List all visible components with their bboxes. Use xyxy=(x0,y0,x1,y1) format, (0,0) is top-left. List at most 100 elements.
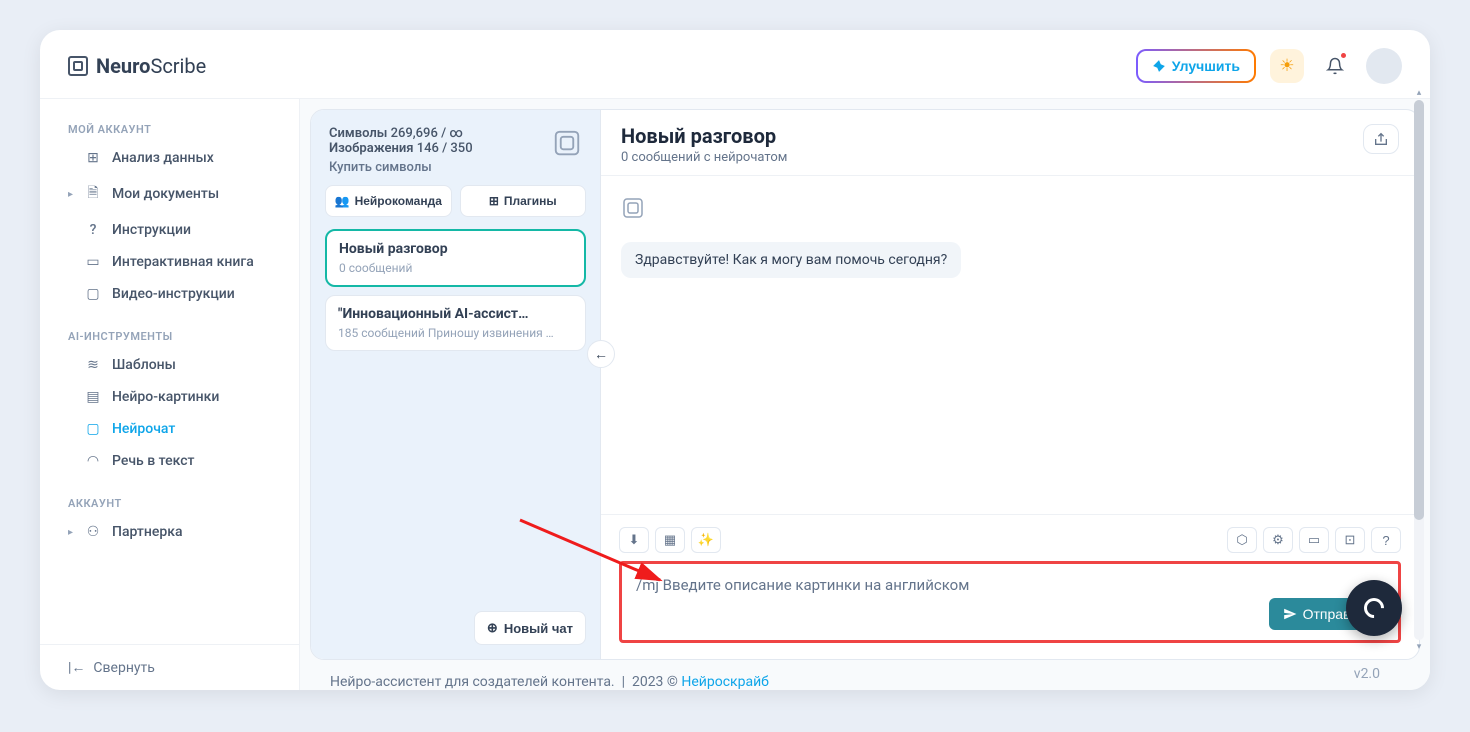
conversation-item[interactable]: Новый разговор 0 сообщений xyxy=(325,229,586,287)
logo-text: NeuroScribe xyxy=(96,54,206,78)
card-icon: ▭ xyxy=(1308,532,1320,548)
share-button[interactable] xyxy=(1363,124,1399,154)
sidebar-item-images[interactable]: ▤ Нейро-картинки xyxy=(40,381,299,413)
image-button[interactable]: ▦ xyxy=(655,527,685,553)
sidebar-item-video[interactable]: ▢ Видео-инструкции xyxy=(40,278,299,310)
sidebar-section-account: МОЙ АККАУНТ xyxy=(40,117,299,142)
puzzle-icon: ⬡ xyxy=(1236,532,1247,548)
image-icon: ▤ xyxy=(84,389,102,405)
left-tools: ⬇ ▦ ✨ xyxy=(619,527,721,553)
sidebar-item-label: Видео-инструкции xyxy=(112,286,235,302)
bell-icon xyxy=(1326,57,1344,75)
chat-icon: ▢ xyxy=(84,421,102,437)
conversation-subtitle: 0 сообщений xyxy=(339,261,572,275)
conversation-list: Новый разговор 0 сообщений "Инновационны… xyxy=(311,229,600,597)
prompt-placeholder: /mj Введите описание картинки на английс… xyxy=(636,576,1384,594)
send-icon xyxy=(1283,607,1297,621)
improve-button[interactable]: Улучшить xyxy=(1136,49,1256,83)
sidebar-item-label: Партнерка xyxy=(112,524,183,540)
footer-text: Нейро-ассистент для создателей контента. xyxy=(330,674,615,690)
symbols-stat: Символы 269,696 / ∞ xyxy=(329,126,582,141)
sidebar-item-label: Мои документы xyxy=(112,186,219,202)
tab-plugins[interactable]: ⊞ Плагины xyxy=(460,185,587,217)
sidebar-item-instructions[interactable]: ? Инструкции xyxy=(40,214,299,246)
image-icon: ▦ xyxy=(664,532,676,548)
sidebar-item-label: Шаблоны xyxy=(112,357,176,373)
settings-button[interactable]: ⚙ xyxy=(1263,527,1293,553)
collapse-label: Свернуть xyxy=(93,660,154,676)
robot-icon: ⊡ xyxy=(1345,532,1356,548)
footer: Нейро-ассистент для создателей контента.… xyxy=(310,660,1420,690)
footer-year: 2023 © xyxy=(632,674,678,690)
sidebar-item-neurochat[interactable]: ▢ Нейрочат xyxy=(40,413,299,445)
greeting-message: Здравствуйте! Как я могу вам помочь сего… xyxy=(621,242,961,278)
improve-label: Улучшить xyxy=(1172,58,1240,74)
help-button[interactable]: ? xyxy=(1371,527,1401,553)
scroll-up-icon: ▴ xyxy=(1414,88,1424,98)
panel-collapse-handle[interactable]: ← xyxy=(587,340,615,368)
arrow-left-icon: ← xyxy=(594,346,608,363)
grid-icon: ⊞ xyxy=(84,150,102,166)
topbar: NeuroScribe Улучшить ☀ xyxy=(40,30,1430,99)
logo-icon xyxy=(68,56,88,76)
sidebar-collapse[interactable]: |← Свернуть xyxy=(40,644,299,690)
images-stat: Изображения 146 / 350 xyxy=(329,141,582,156)
card-button[interactable]: ▭ xyxy=(1299,527,1329,553)
tab-team[interactable]: 👥 Нейрокоманда xyxy=(325,185,452,217)
conversation-item[interactable]: "Инновационный AI-ассист… 185 сообщений … xyxy=(325,295,586,351)
sidebar-item-partner[interactable]: ▸⚇ Партнерка xyxy=(40,516,299,548)
theme-toggle[interactable]: ☀ xyxy=(1270,49,1304,83)
layers-icon: ≋ xyxy=(84,357,102,373)
scroll-down-icon: ▾ xyxy=(1414,642,1424,652)
logo[interactable]: NeuroScribe xyxy=(68,54,206,78)
help-chat-bubble[interactable] xyxy=(1346,580,1402,636)
sidebar-item-documents[interactable]: ▸🗎 Мои документы xyxy=(40,174,299,214)
video-icon: ▢ xyxy=(84,286,102,302)
sidebar-section-user: АККАУНТ xyxy=(40,491,299,516)
scrollbar-thumb[interactable] xyxy=(1414,100,1424,520)
conversation-title: "Инновационный AI-ассист… xyxy=(338,306,573,322)
sidebar-item-book[interactable]: ▭ Интерактивная книга xyxy=(40,246,299,278)
question-icon: ? xyxy=(1382,533,1389,548)
buy-symbols-link[interactable]: Купить символы xyxy=(329,160,432,175)
plugins-icon: ⊞ xyxy=(489,194,499,208)
chat-subtitle: 0 сообщений с нейрочатом xyxy=(621,150,787,165)
team-icon: 👥 xyxy=(335,194,350,208)
help-icon: ? xyxy=(84,222,102,238)
robot-button[interactable]: ⊡ xyxy=(1335,527,1365,553)
notifications-button[interactable] xyxy=(1318,49,1352,83)
usage-stats: Символы 269,696 / ∞ Изображения 146 / 35… xyxy=(311,110,600,185)
new-chat-button[interactable]: ⊕ Новый чат xyxy=(474,611,586,645)
sidebar-item-label: Инструкции xyxy=(112,222,191,238)
sidebar-item-label: Речь в текст xyxy=(112,453,195,469)
download-button[interactable]: ⬇ xyxy=(619,527,649,553)
puzzle-button[interactable]: ⬡ xyxy=(1227,527,1257,553)
headphones-icon: ◠ xyxy=(84,453,102,469)
document-icon: 🗎 xyxy=(84,182,102,206)
sidebar: МОЙ АККАУНТ ⊞ Анализ данных ▸🗎 Мои докум… xyxy=(40,99,300,690)
brain-icon xyxy=(552,128,582,158)
version-label: v2.0 xyxy=(1354,666,1380,682)
conversation-subtitle: 185 сообщений Приношу извинения … xyxy=(338,326,573,340)
sidebar-item-analytics[interactable]: ⊞ Анализ данных xyxy=(40,142,299,174)
gear-icon: ⚙ xyxy=(1272,532,1284,548)
chat-panel: ← Новый разговор 0 сообщений с нейрочато… xyxy=(601,110,1419,659)
plus-icon: ⊕ xyxy=(487,620,498,636)
panel-tabs: 👥 Нейрокоманда ⊞ Плагины xyxy=(311,185,600,229)
rocket-icon xyxy=(1152,59,1166,73)
avatar[interactable] xyxy=(1366,48,1402,84)
sidebar-item-label: Нейро-картинки xyxy=(112,389,219,405)
scrollbar[interactable]: ▴ ▾ xyxy=(1414,100,1424,640)
bot-icon xyxy=(621,196,651,226)
new-chat-label: Новый чат xyxy=(504,621,573,636)
sidebar-section-tools: AI-ИНСТРУМЕНТЫ xyxy=(40,324,299,349)
sidebar-item-speech[interactable]: ◠ Речь в текст xyxy=(40,445,299,477)
prompt-input-highlighted[interactable]: /mj Введите описание картинки на английс… xyxy=(619,561,1401,643)
right-tools: ⬡ ⚙ ▭ ⊡ ? xyxy=(1227,527,1401,553)
sidebar-item-templates[interactable]: ≋ Шаблоны xyxy=(40,349,299,381)
conversations-panel: Символы 269,696 / ∞ Изображения 146 / 35… xyxy=(311,110,601,659)
footer-brand-link[interactable]: Нейроскрайб xyxy=(681,674,769,690)
sidebar-item-label: Интерактивная книга xyxy=(112,254,254,270)
conversation-title: Новый разговор xyxy=(339,241,572,257)
magic-button[interactable]: ✨ xyxy=(691,527,721,553)
